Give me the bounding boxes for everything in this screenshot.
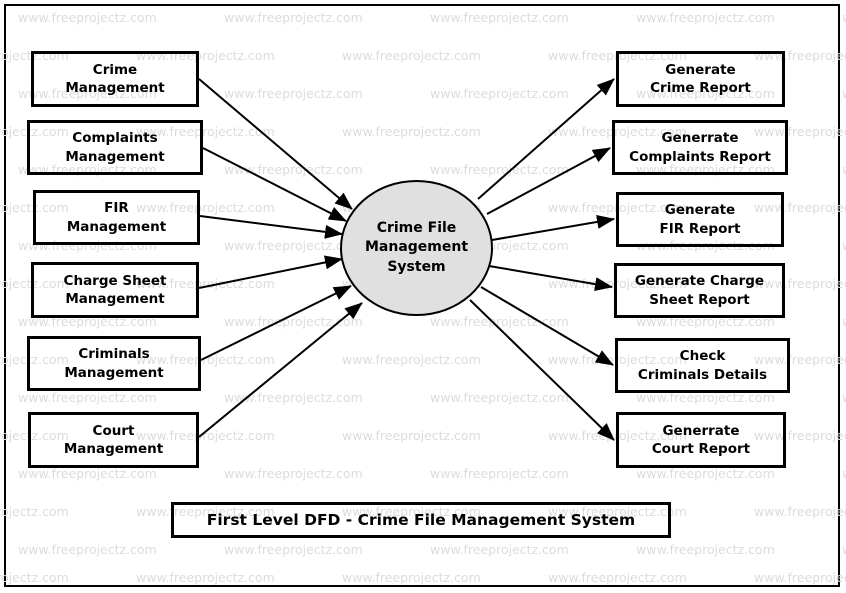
entity-court-management[interactable]: Court Management xyxy=(28,412,199,468)
entity-label: Criminals Management xyxy=(64,346,164,381)
flow-process-to-generate-fir-report xyxy=(491,214,615,241)
entity-label: Crime Management xyxy=(65,61,165,96)
flow-charge-sheet-management-to-process xyxy=(198,255,343,289)
entity-generate-complaints-report[interactable]: Generrate Complaints Report xyxy=(612,120,788,175)
entity-label: Check Criminals Details xyxy=(637,348,768,383)
process-label: Crime File Management System xyxy=(364,219,469,275)
entity-label: Generate Crime Report xyxy=(650,61,751,96)
entity-label: Complaints Management xyxy=(65,130,165,165)
entity-label: Generate FIR Report xyxy=(659,202,741,237)
entity-charge-sheet-management[interactable]: Charge Sheet Management xyxy=(31,262,199,318)
entity-fir-management[interactable]: FIR Management xyxy=(33,190,200,245)
entity-crime-management[interactable]: Crime Management xyxy=(31,51,199,107)
entity-generate-fir-report[interactable]: Generate FIR Report xyxy=(616,192,784,247)
flow-process-to-generate-crime-report xyxy=(477,78,615,200)
entity-criminals-management[interactable]: Criminals Management xyxy=(27,336,201,391)
process-crime-file-management-system[interactable]: Crime File Management System xyxy=(340,180,493,316)
entity-generate-court-report[interactable]: Generrate Court Report xyxy=(616,412,786,468)
flow-process-to-generate-court-report xyxy=(469,299,615,441)
entity-label: FIR Management xyxy=(66,200,167,235)
entity-label: Court Management xyxy=(63,422,164,457)
entity-label: Generate Charge Sheet Report xyxy=(634,273,765,308)
entity-generate-crime-report[interactable]: Generate Crime Report xyxy=(616,51,785,107)
flow-process-to-generate-charge-sheet-report xyxy=(488,265,613,292)
entity-label: Charge Sheet Management xyxy=(63,272,167,307)
entity-generate-charge-sheet-report[interactable]: Generate Charge Sheet Report xyxy=(614,263,785,318)
flow-fir-management-to-process xyxy=(199,215,343,239)
diagram-caption: First Level DFD - Crime File Management … xyxy=(171,502,671,538)
dfd-page: www.freeprojectz.com www.freeprojectz.com… xyxy=(0,0,846,593)
entity-label: Generrate Complaints Report xyxy=(629,130,771,165)
flow-court-management-to-process xyxy=(198,302,363,438)
diagram-title: First Level DFD - Crime File Management … xyxy=(206,511,636,529)
flow-criminals-management-to-process xyxy=(200,285,352,361)
entity-label: Generrate Court Report xyxy=(651,422,751,457)
flow-process-to-generate-complaints-report xyxy=(486,147,611,215)
flow-crime-management-to-process xyxy=(198,78,353,210)
entity-check-criminals-details[interactable]: Check Criminals Details xyxy=(615,338,790,393)
entity-complaints-management[interactable]: Complaints Management xyxy=(27,120,203,175)
flow-process-to-check-criminals-details xyxy=(480,286,614,366)
